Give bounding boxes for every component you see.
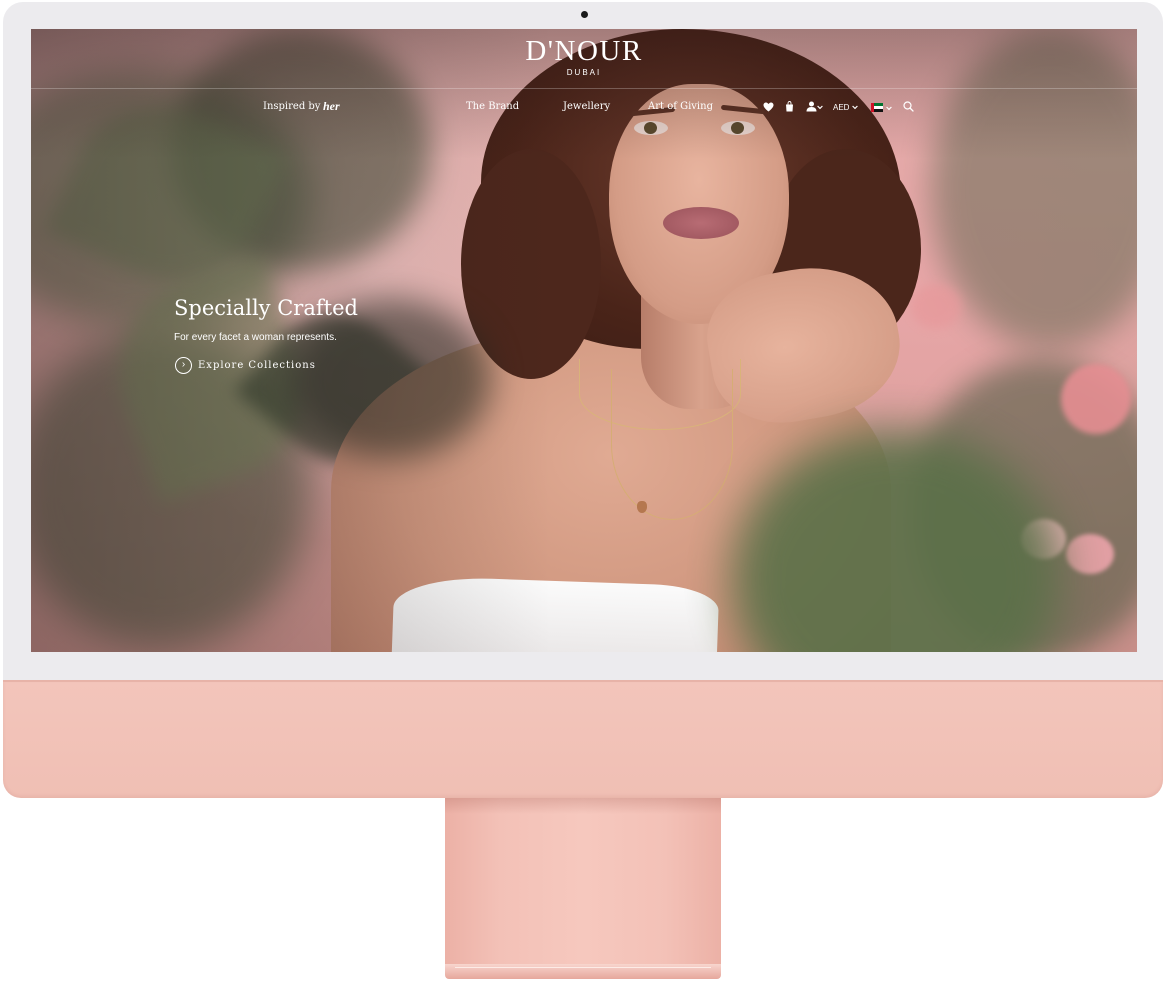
explore-collections-button[interactable]: › Explore Collections (175, 356, 316, 374)
uae-flag-icon[interactable] (871, 103, 883, 112)
explore-collections-label: Explore Collections (198, 359, 316, 371)
inspired-signature: her (323, 99, 340, 113)
stand-shadow (445, 798, 721, 814)
header-divider (31, 88, 1137, 89)
nav-jewellery[interactable]: Jewellery (563, 101, 610, 112)
currency-selector[interactable]: AED (833, 103, 858, 112)
chevron-right-icon: › (175, 356, 192, 374)
camera-icon (581, 11, 588, 18)
imac-chin (3, 682, 1163, 798)
currency-label: AED (833, 103, 850, 112)
brand-logo[interactable]: D'NOUR (511, 35, 657, 68)
foot-highlight (455, 967, 711, 968)
hero-title: Specially Crafted (174, 296, 358, 320)
shopping-bag-icon[interactable] (785, 101, 794, 112)
user-icon[interactable] (806, 101, 817, 112)
chevron-down-icon (851, 105, 858, 110)
imac-stand (445, 798, 721, 966)
hero-subtitle: For every facet a woman represents. (174, 332, 337, 343)
chevron-down-icon[interactable] (886, 106, 892, 111)
nav-the-brand[interactable]: The Brand (466, 101, 519, 112)
search-icon[interactable] (903, 101, 914, 112)
nav-art-of-giving[interactable]: Art of Giving (648, 101, 713, 112)
chevron-down-icon[interactable] (817, 105, 823, 110)
screen: D'NOUR DUBAI Inspired by her The Brand J… (31, 29, 1137, 652)
heart-icon[interactable] (763, 102, 774, 112)
brand-location: DUBAI (566, 68, 602, 77)
nav-inspired-by[interactable]: Inspired by (263, 101, 320, 112)
